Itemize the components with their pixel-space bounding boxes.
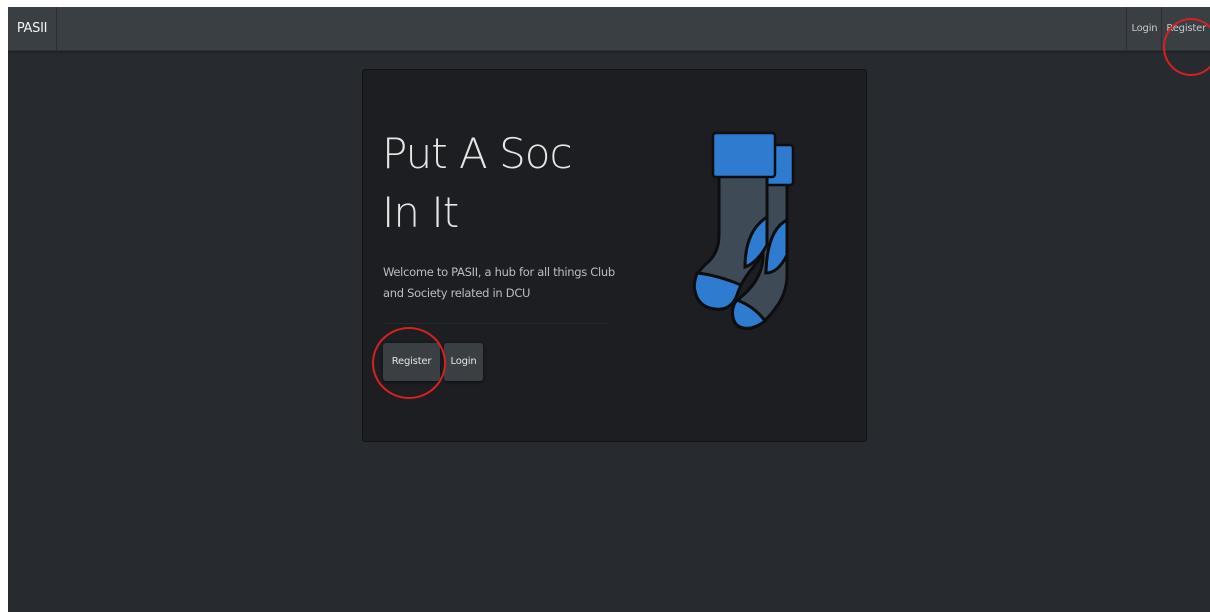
navbar-right-links: Login Register <box>1126 7 1210 50</box>
nav-login-link[interactable]: Login <box>1126 7 1161 50</box>
register-button[interactable]: Register <box>383 343 440 381</box>
hero-title-line-2: In It <box>382 188 459 237</box>
hero-title: Put A Soc In It <box>382 124 662 242</box>
hero-card: Put A Soc In It Welcome to PASII, a hub … <box>362 69 867 442</box>
hero-description: Welcome to PASII, a hub for all things C… <box>383 265 615 300</box>
divider <box>383 323 608 324</box>
hero-title-line-1: Put A Soc <box>382 129 573 178</box>
navbar: PASII Login Register <box>8 7 1210 51</box>
login-button[interactable]: Login <box>444 343 483 381</box>
socks-icon <box>692 131 795 330</box>
brand-link[interactable]: PASII <box>8 7 57 50</box>
nav-register-link[interactable]: Register <box>1161 7 1210 50</box>
app-window: PASII Login Register Put A Soc In It Wel… <box>8 7 1210 612</box>
